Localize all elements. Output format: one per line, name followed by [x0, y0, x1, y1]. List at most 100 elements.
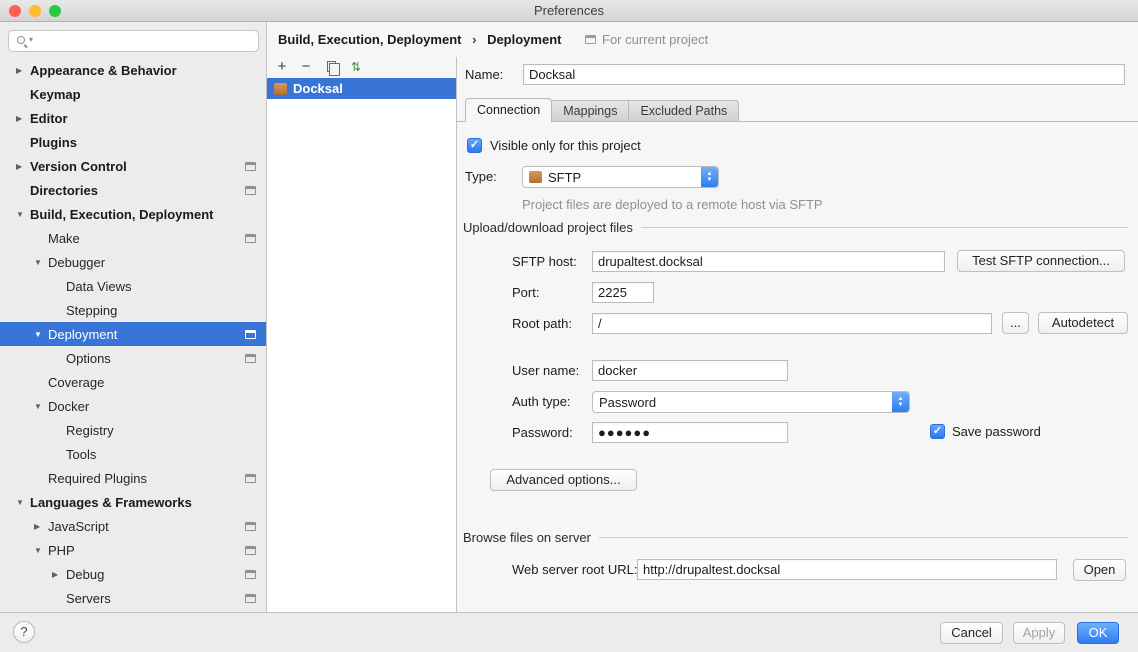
current-project-icon	[245, 522, 256, 531]
sidebar-item-deployment[interactable]: ▼Deployment	[0, 322, 266, 346]
settings-tree: ▶Appearance & BehaviorKeymap▶EditorPlugi…	[0, 58, 266, 610]
sidebar-item-label: Required Plugins	[48, 471, 147, 486]
sidebar-item-plugins[interactable]: Plugins	[0, 130, 266, 154]
sidebar-item-directories[interactable]: Directories	[0, 178, 266, 202]
cancel-button[interactable]: Cancel	[940, 622, 1003, 644]
sidebar-item-label: Registry	[66, 423, 114, 438]
group-divider	[599, 537, 1128, 538]
web-root-label: Web server root URL:	[512, 559, 637, 580]
current-project-icon	[245, 186, 256, 195]
sidebar-item-make[interactable]: Make	[0, 226, 266, 250]
visible-project-checkbox-label[interactable]: Visible only for this project	[490, 138, 641, 154]
sidebar-item-build-execution-deployment[interactable]: ▼Build, Execution, Deployment	[0, 202, 266, 226]
port-input[interactable]	[592, 282, 654, 303]
sidebar-item-servers[interactable]: Servers	[0, 586, 266, 610]
password-input[interactable]	[592, 422, 788, 443]
open-button[interactable]: Open	[1073, 559, 1126, 581]
sidebar-item-data-views[interactable]: Data Views	[0, 274, 266, 298]
current-project-icon	[245, 354, 256, 363]
sidebar-item-label: JavaScript	[48, 519, 109, 534]
settings-sidebar: ▾ ▶Appearance & BehaviorKeymap▶EditorPlu…	[0, 22, 267, 612]
sidebar-item-label: Languages & Frameworks	[30, 495, 192, 510]
expand-arrow-icon[interactable]: ▶	[52, 570, 66, 579]
breadcrumb-item-build-execution-deployment[interactable]: Build, Execution, Deployment	[278, 32, 461, 47]
sidebar-item-options[interactable]: Options	[0, 346, 266, 370]
window-title: Preferences	[0, 3, 1138, 18]
user-name-label: User name:	[512, 360, 579, 381]
autodetect-button[interactable]: Autodetect	[1038, 312, 1128, 334]
sidebar-item-coverage[interactable]: Coverage	[0, 370, 266, 394]
remove-server-button[interactable]: −	[296, 57, 316, 77]
expand-arrow-icon[interactable]: ▼	[34, 402, 48, 411]
save-password-checkbox-label[interactable]: Save password	[952, 424, 1041, 440]
sidebar-item-debugger[interactable]: ▼Debugger	[0, 250, 266, 274]
tab-mappings[interactable]: Mappings	[552, 100, 629, 122]
add-server-button[interactable]: +	[272, 57, 292, 77]
sidebar-item-version-control[interactable]: ▶Version Control	[0, 154, 266, 178]
sidebar-item-label: Build, Execution, Deployment	[30, 207, 213, 222]
sidebar-item-appearance-behavior[interactable]: ▶Appearance & Behavior	[0, 58, 266, 82]
save-password-checkbox[interactable]: ✓	[930, 424, 945, 439]
sidebar-item-keymap[interactable]: Keymap	[0, 82, 266, 106]
sidebar-item-php[interactable]: ▼PHP	[0, 538, 266, 562]
browse-root-path-button[interactable]: ...	[1002, 312, 1029, 334]
sidebar-item-editor[interactable]: ▶Editor	[0, 106, 266, 130]
sidebar-item-label: PHP	[48, 543, 75, 558]
current-project-icon	[585, 35, 596, 44]
current-project-icon	[245, 330, 256, 339]
name-input[interactable]	[523, 64, 1125, 85]
server-list: Docksal	[267, 78, 456, 612]
sidebar-item-stepping[interactable]: Stepping	[0, 298, 266, 322]
advanced-options-button[interactable]: Advanced options...	[490, 469, 637, 491]
tab-connection[interactable]: Connection	[465, 98, 552, 122]
ok-button[interactable]: OK	[1077, 622, 1119, 644]
expand-arrow-icon[interactable]: ▼	[34, 546, 48, 555]
help-button[interactable]: ?	[13, 621, 35, 643]
current-project-icon	[245, 594, 256, 603]
expand-arrow-icon[interactable]: ▼	[34, 258, 48, 267]
visible-project-checkbox[interactable]: ✓	[467, 138, 482, 153]
test-sftp-connection-button[interactable]: Test SFTP connection...	[957, 250, 1125, 272]
sidebar-item-label: Editor	[30, 111, 68, 126]
web-root-input[interactable]	[637, 559, 1057, 580]
expand-arrow-icon[interactable]: ▶	[16, 66, 30, 75]
expand-arrow-icon[interactable]: ▶	[16, 162, 30, 171]
sftp-host-input[interactable]	[592, 251, 945, 272]
current-project-icon	[245, 234, 256, 243]
sidebar-item-label: Debug	[66, 567, 104, 582]
sidebar-item-languages-frameworks[interactable]: ▼Languages & Frameworks	[0, 490, 266, 514]
current-project-icon	[245, 162, 256, 171]
sidebar-item-javascript[interactable]: ▶JavaScript	[0, 514, 266, 538]
sidebar-item-required-plugins[interactable]: Required Plugins	[0, 466, 266, 490]
config-tabs: Connection Mappings Excluded Paths	[465, 98, 739, 122]
copy-icon	[327, 61, 336, 72]
sidebar-item-label: Deployment	[48, 327, 117, 342]
browse-server-group: Browse files on server	[463, 530, 1128, 545]
sidebar-item-label: Data Views	[66, 279, 132, 294]
server-list-item[interactable]: Docksal	[267, 78, 456, 99]
apply-button[interactable]: Apply	[1013, 622, 1065, 644]
sidebar-item-debug[interactable]: ▶Debug	[0, 562, 266, 586]
type-dropdown[interactable]: SFTP ▲▼	[522, 166, 719, 188]
expand-arrow-icon[interactable]: ▼	[16, 498, 30, 507]
tab-excluded-paths[interactable]: Excluded Paths	[629, 100, 739, 122]
expand-arrow-icon[interactable]: ▼	[16, 210, 30, 219]
user-name-input[interactable]	[592, 360, 788, 381]
sidebar-item-label: Coverage	[48, 375, 104, 390]
expand-arrow-icon[interactable]: ▼	[34, 330, 48, 339]
header-strip: Build, Execution, Deployment › Deploymen…	[267, 22, 1138, 57]
sidebar-item-label: Make	[48, 231, 80, 246]
settings-search-input[interactable]	[8, 30, 259, 52]
auth-type-dropdown[interactable]: Password ▲▼	[592, 391, 910, 413]
sidebar-item-registry[interactable]: Registry	[0, 418, 266, 442]
expand-arrow-icon[interactable]: ▶	[16, 114, 30, 123]
sidebar-item-docker[interactable]: ▼Docker	[0, 394, 266, 418]
breadcrumb-item-deployment[interactable]: Deployment	[487, 32, 561, 47]
breadcrumb-separator-icon: ›	[472, 32, 476, 47]
expand-arrow-icon[interactable]: ▶	[34, 522, 48, 531]
copy-server-button[interactable]	[321, 57, 341, 77]
reorder-servers-button[interactable]: ⇅	[346, 57, 366, 77]
sidebar-item-tools[interactable]: Tools	[0, 442, 266, 466]
current-project-icon	[245, 570, 256, 579]
root-path-input[interactable]	[592, 313, 992, 334]
